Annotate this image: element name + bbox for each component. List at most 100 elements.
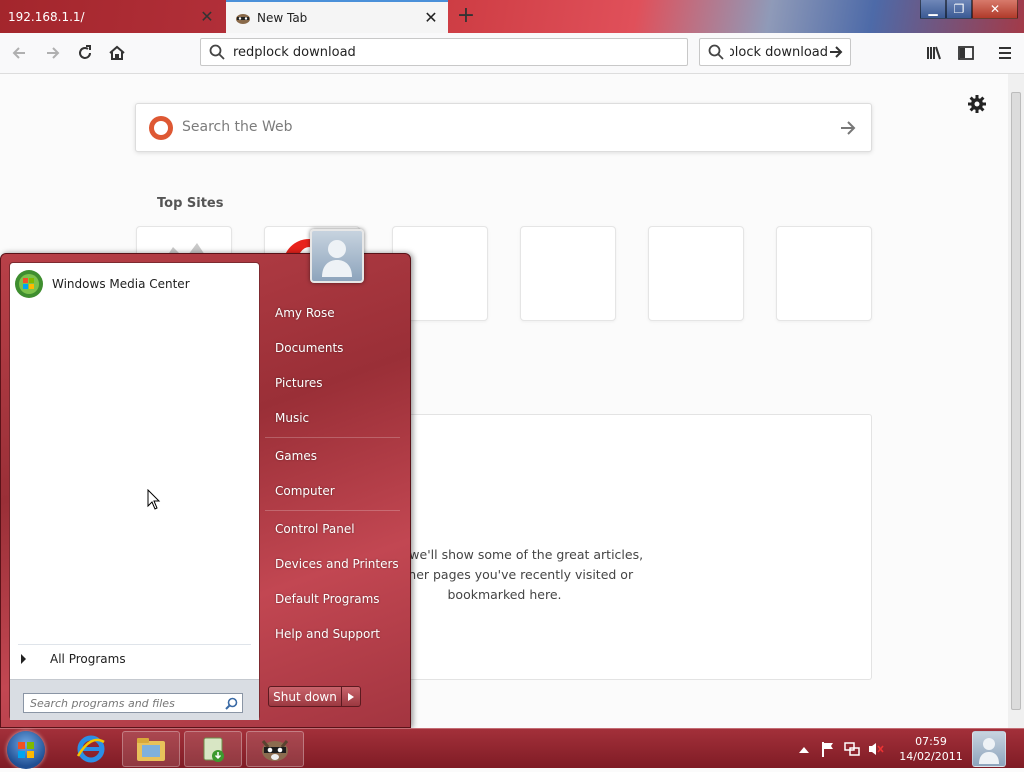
top-site-tile[interactable] — [520, 226, 616, 321]
page-scrollbar[interactable] — [1008, 74, 1024, 728]
start-button[interactable] — [7, 731, 45, 769]
user-icon — [979, 738, 999, 764]
window-controls: ▁ ❐ ✕ — [920, 0, 1018, 19]
expand-arrow-icon — [21, 654, 26, 664]
top-site-tile[interactable] — [776, 226, 872, 321]
taskbar-browser[interactable] — [246, 731, 304, 767]
forward-button[interactable] — [41, 41, 65, 65]
url-text: redplock download — [233, 44, 356, 60]
network-button[interactable] — [844, 741, 860, 757]
raccoon-favicon-icon — [236, 13, 250, 24]
forward-arrow-icon — [47, 47, 60, 59]
tab-title: 192.168.1.1/ — [8, 9, 85, 24]
search-icon — [209, 44, 225, 60]
volume-muted-icon — [869, 743, 884, 755]
scrollbar-thumb[interactable] — [1011, 92, 1021, 710]
taskbar: 07:59 14/02/2011 — [0, 728, 1024, 769]
library-button[interactable] — [922, 41, 946, 65]
tab-router[interactable]: 192.168.1.1/ ✕ — [0, 0, 224, 33]
restore-button[interactable]: ❐ — [946, 0, 972, 19]
web-search-box[interactable]: Search the Web — [135, 103, 872, 152]
divider — [18, 644, 251, 645]
taskbar-download-app[interactable] — [184, 731, 242, 767]
clock-time: 07:59 — [915, 735, 947, 748]
taskbar-windows-explorer[interactable] — [122, 731, 180, 767]
show-hidden-icons-arrow — [799, 747, 809, 753]
back-button[interactable] — [7, 41, 31, 65]
search-programs-input[interactable]: Search programs and files — [23, 693, 243, 713]
show-hidden-icons-button[interactable] — [796, 741, 812, 757]
windows-explorer-icon — [137, 738, 165, 761]
tab-new-tab[interactable]: New Tab ✕ — [226, 0, 448, 33]
reload-button[interactable] — [73, 41, 97, 65]
start-menu: Windows Media Center All Programs Search… — [0, 229, 411, 728]
taskbar-internet-explorer[interactable] — [62, 731, 120, 767]
url-bar[interactable]: redplock download — [200, 38, 688, 66]
search-programs-placeholder: Search programs and files — [30, 696, 175, 710]
tab-title: New Tab — [257, 10, 308, 25]
start-menu-programs-pane: Windows Media Center All Programs Search… — [9, 262, 260, 720]
windows-media-center-icon — [15, 270, 43, 298]
start-item-music[interactable]: Music — [263, 404, 400, 432]
taskbar-user-button[interactable] — [972, 731, 1006, 767]
raccoon-browser-icon — [261, 740, 289, 761]
start-search-area: Search programs and files — [10, 679, 259, 720]
duckduckgo-icon — [149, 116, 173, 140]
clock-date: 14/02/2011 — [899, 750, 963, 763]
start-item-user[interactable]: Amy Rose — [263, 299, 400, 327]
program-windows-media-center[interactable]: Windows Media Center — [14, 269, 190, 299]
user-account-picture[interactable] — [310, 229, 364, 283]
gear-icon[interactable] — [967, 94, 987, 114]
volume-button[interactable] — [868, 741, 884, 757]
divider — [265, 437, 400, 438]
close-window-button[interactable]: ✕ — [972, 0, 1018, 19]
reload-icon — [79, 45, 91, 59]
sidebar-button[interactable] — [954, 41, 978, 65]
shut-down-label: Shut down — [269, 687, 342, 706]
close-tab-icon[interactable]: ✕ — [422, 8, 440, 27]
web-search-placeholder: Search the Web — [182, 119, 293, 135]
windows-logo-icon — [18, 742, 34, 758]
search-bar[interactable]: redplock download — [699, 38, 851, 66]
hamburger-menu-icon — [999, 47, 1011, 59]
home-icon — [109, 45, 125, 60]
start-item-games[interactable]: Games — [263, 442, 400, 470]
internet-explorer-icon — [76, 735, 105, 763]
sidebar-icon — [958, 46, 974, 60]
navigation-toolbar: redplock download redplock download — [0, 33, 1024, 74]
network-icon — [844, 742, 860, 756]
start-item-pictures[interactable]: Pictures — [263, 369, 400, 397]
start-item-computer[interactable]: Computer — [263, 477, 400, 505]
start-item-documents[interactable]: Documents — [263, 334, 400, 362]
divider — [265, 510, 400, 511]
action-center-button[interactable] — [820, 741, 836, 757]
system-clock[interactable]: 07:59 14/02/2011 — [896, 734, 966, 764]
new-tab-button[interactable]: + — [455, 5, 477, 27]
program-label: Windows Media Center — [52, 277, 190, 291]
shutdown-options-arrow-icon[interactable] — [342, 687, 360, 706]
top-site-tile[interactable] — [648, 226, 744, 321]
start-item-devices-printers[interactable]: Devices and Printers — [263, 550, 400, 578]
minimize-button[interactable]: ▁ — [920, 0, 946, 19]
search-text: redplock download — [730, 44, 828, 60]
tab-strip: 192.168.1.1/ ✕ New Tab ✕ + ▁ ❐ ✕ — [0, 0, 1024, 33]
home-button[interactable] — [105, 41, 129, 65]
close-tab-icon[interactable]: ✕ — [198, 7, 216, 26]
all-programs-button[interactable]: All Programs — [18, 652, 126, 666]
user-icon — [322, 240, 352, 277]
shut-down-button[interactable]: Shut down — [268, 686, 361, 707]
search-icon — [708, 44, 724, 60]
menu-button[interactable] — [993, 41, 1017, 65]
search-icon — [225, 697, 238, 710]
recycle-download-icon — [203, 737, 224, 762]
start-item-default-programs[interactable]: Default Programs — [263, 585, 400, 613]
start-item-control-panel[interactable]: Control Panel — [263, 515, 400, 543]
mouse-cursor-icon — [147, 489, 161, 510]
go-arrow-icon[interactable] — [828, 44, 844, 60]
all-programs-label: All Programs — [50, 652, 126, 666]
back-arrow-icon — [12, 47, 25, 59]
action-center-flag-icon — [822, 742, 833, 757]
search-go-arrow-icon[interactable] — [839, 119, 857, 137]
start-item-help-support[interactable]: Help and Support — [263, 620, 400, 648]
library-icon — [927, 46, 941, 60]
